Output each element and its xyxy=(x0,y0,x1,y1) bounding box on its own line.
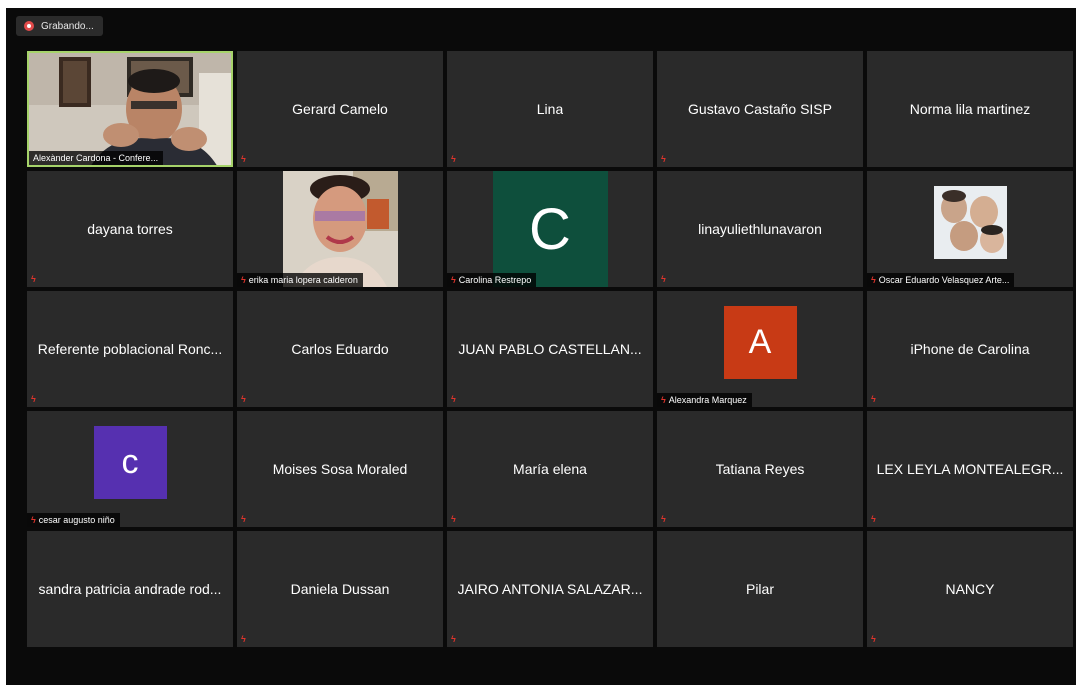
participant-name: Carlos Eduardo xyxy=(291,341,389,357)
participant-name: dayana torres xyxy=(87,221,173,237)
participant-tile[interactable]: ϟ Oscar Eduardo Velasquez Arte... xyxy=(867,171,1073,287)
mic-muted-icon: ϟ xyxy=(241,514,246,524)
participant-tile[interactable]: NANCY ϟ xyxy=(867,531,1073,647)
participant-name: JUAN PABLO CASTELLAN... xyxy=(458,341,642,357)
mic-muted-icon: ϟ xyxy=(31,394,36,404)
participant-tile[interactable]: sandra patricia andrade rod... xyxy=(27,531,233,647)
participant-tile[interactable]: Gerard Camelo ϟ xyxy=(237,51,443,167)
meeting-window: Grabando... Alexànder Cardona - Confere.… xyxy=(6,8,1076,685)
participant-tile[interactable]: Lina ϟ xyxy=(447,51,653,167)
participant-tile[interactable]: Carlos Eduardo ϟ xyxy=(237,291,443,407)
participant-tile[interactable]: Moises Sosa Moraled ϟ xyxy=(237,411,443,527)
participant-tile[interactable]: Alexànder Cardona - Confere... xyxy=(27,51,233,167)
mic-muted-icon: ϟ xyxy=(451,394,456,404)
participant-name: Referente poblacional Ronc... xyxy=(37,341,223,357)
participant-tile[interactable]: JAIRO ANTONIA SALAZAR... ϟ xyxy=(447,531,653,647)
participant-tile[interactable]: María elena ϟ xyxy=(447,411,653,527)
mic-muted-icon: ϟ xyxy=(871,634,876,644)
participant-tile[interactable]: Pilar xyxy=(657,531,863,647)
avatar: A xyxy=(723,305,797,379)
participant-name-label: ϟ Carolina Restrepo xyxy=(447,273,537,287)
mic-muted-icon: ϟ xyxy=(451,275,456,285)
participant-tile[interactable]: c ϟ cesar augusto niño xyxy=(27,411,233,527)
profile-photo xyxy=(933,185,1007,259)
participant-name: Gerard Camelo xyxy=(292,101,388,117)
profile-photo xyxy=(282,171,398,287)
mic-muted-icon: ϟ xyxy=(661,274,666,284)
participant-name: linayuliethlunavaron xyxy=(698,221,822,237)
mic-muted-icon: ϟ xyxy=(661,154,666,164)
participant-tile[interactable]: LEX LEYLA MONTEALEGR... ϟ xyxy=(867,411,1073,527)
mic-muted-icon: ϟ xyxy=(241,634,246,644)
participant-tile[interactable]: Norma lila martinez xyxy=(867,51,1073,167)
participant-name-label: ϟ cesar augusto niño xyxy=(27,513,120,527)
participant-tile[interactable]: Daniela Dussan ϟ xyxy=(237,531,443,647)
mic-muted-icon: ϟ xyxy=(871,514,876,524)
participant-tile[interactable]: ϟ erika maria lopera calderon xyxy=(237,171,443,287)
participant-name: Daniela Dussan xyxy=(290,581,390,597)
participant-name: JAIRO ANTONIA SALAZAR... xyxy=(457,581,643,597)
mic-muted-icon: ϟ xyxy=(871,394,876,404)
participant-name-label: Alexànder Cardona - Confere... xyxy=(29,151,164,165)
recording-indicator[interactable]: Grabando... xyxy=(16,16,103,36)
participant-tile[interactable]: Gustavo Castaño SISP ϟ xyxy=(657,51,863,167)
mic-muted-icon: ϟ xyxy=(661,514,666,524)
participant-tile[interactable]: A ϟ Alexandra Marquez xyxy=(657,291,863,407)
participant-name: Pilar xyxy=(745,581,774,597)
avatar: c xyxy=(93,425,167,499)
participant-name-label: ϟ Oscar Eduardo Velasquez Arte... xyxy=(867,273,1015,287)
participant-name: Norma lila martinez xyxy=(909,101,1031,117)
mic-muted-icon: ϟ xyxy=(241,275,246,285)
participant-name: Lina xyxy=(536,101,564,117)
mic-muted-icon: ϟ xyxy=(661,395,666,405)
mic-muted-icon: ϟ xyxy=(241,394,246,404)
participant-tile[interactable]: JUAN PABLO CASTELLAN... ϟ xyxy=(447,291,653,407)
avatar: C xyxy=(492,171,608,287)
mic-muted-icon: ϟ xyxy=(241,154,246,164)
participant-name: sandra patricia andrade rod... xyxy=(38,581,222,597)
participant-tile[interactable]: Tatiana Reyes ϟ xyxy=(657,411,863,527)
participant-name: Gustavo Castaño SISP xyxy=(688,101,832,117)
participant-tile[interactable]: Referente poblacional Ronc... ϟ xyxy=(27,291,233,407)
participant-grid: Alexànder Cardona - Confere... Gerard Ca… xyxy=(27,51,1073,647)
participant-name: Tatiana Reyes xyxy=(715,461,805,477)
participant-name: Moises Sosa Moraled xyxy=(272,461,408,477)
mic-muted-icon: ϟ xyxy=(31,274,36,284)
mic-muted-icon: ϟ xyxy=(871,275,876,285)
participant-name: María elena xyxy=(513,461,587,477)
mic-muted-icon: ϟ xyxy=(451,154,456,164)
recording-label: Grabando... xyxy=(41,20,94,32)
participant-name-label: ϟ erika maria lopera calderon xyxy=(237,273,363,287)
participant-name: LEX LEYLA MONTEALEGR... xyxy=(876,461,1064,477)
participant-tile[interactable]: linayuliethlunavaron ϟ xyxy=(657,171,863,287)
mic-muted-icon: ϟ xyxy=(31,515,36,525)
participant-tile[interactable]: iPhone de Carolina ϟ xyxy=(867,291,1073,407)
record-icon xyxy=(24,21,34,31)
participant-tile[interactable]: dayana torres ϟ xyxy=(27,171,233,287)
participant-tile[interactable]: C ϟ Carolina Restrepo xyxy=(447,171,653,287)
mic-muted-icon: ϟ xyxy=(451,514,456,524)
participant-name: NANCY xyxy=(945,581,995,597)
participant-name-label: ϟ Alexandra Marquez xyxy=(657,393,752,407)
participant-video xyxy=(29,53,231,165)
mic-muted-icon: ϟ xyxy=(451,634,456,644)
participant-name: iPhone de Carolina xyxy=(910,341,1030,357)
